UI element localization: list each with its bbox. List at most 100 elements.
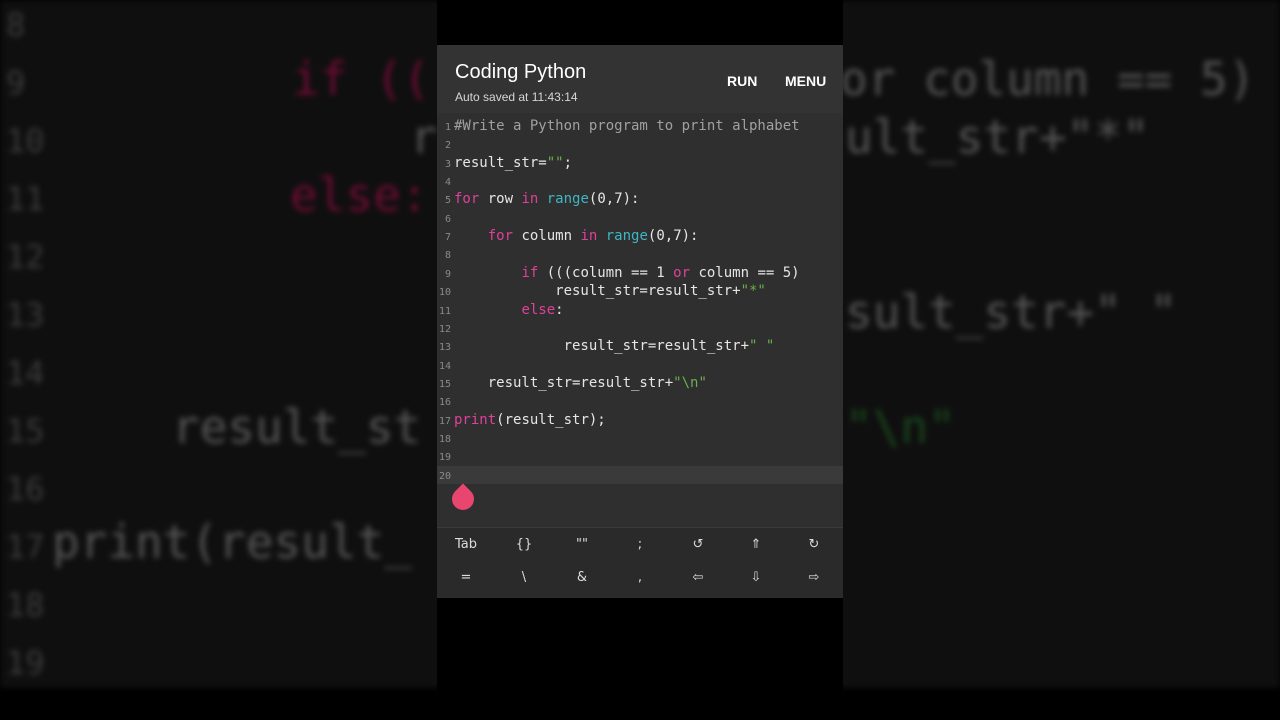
code-editor-app: Coding Python Auto saved at 11:43:14 RUN… xyxy=(437,45,843,598)
code-line[interactable]: 15 result_str=result_str+"\n" xyxy=(437,374,843,392)
bg-line-number: 18 xyxy=(6,586,45,624)
bg-line-number: 17 xyxy=(6,528,45,566)
bg-line-number: 16 xyxy=(6,470,45,508)
code-text: result_str=result_str+"*" xyxy=(454,282,766,300)
code-text: result_str=result_str+" " xyxy=(454,337,775,355)
semicolon-key[interactable]: ; xyxy=(611,537,669,552)
code-line[interactable]: 19 xyxy=(437,447,843,465)
line-number: 2 xyxy=(444,140,451,152)
keyword-token: else xyxy=(521,301,556,318)
keyword-token: in xyxy=(580,228,598,245)
phone-screen: Coding Python Auto saved at 11:43:14 RUN… xyxy=(437,0,843,720)
keyword-token: or xyxy=(673,264,691,281)
line-number: 14 xyxy=(438,360,451,372)
bg-fragment: result_st xyxy=(172,400,422,454)
code-line[interactable]: 5 for row in range(0,7): xyxy=(437,190,843,208)
bg-line-number: 12 xyxy=(6,238,45,276)
code-line[interactable]: 20 xyxy=(437,465,843,484)
bg-line-number: 13 xyxy=(6,296,45,334)
code-line[interactable]: 13 result_str=result_str+" " xyxy=(437,337,843,355)
code-token: column == 5) xyxy=(690,264,800,281)
code-line[interactable]: 12 xyxy=(437,319,843,337)
code-text: for row in range(0,7): xyxy=(454,190,639,208)
code-token: (0,7): xyxy=(647,228,699,245)
bg-line-number: 8 xyxy=(6,6,26,44)
code-line[interactable]: 17 print(result_str); xyxy=(437,411,843,429)
line-number: 16 xyxy=(438,397,451,409)
code-line[interactable]: 2 xyxy=(437,135,843,153)
backslash-key[interactable]: \ xyxy=(495,570,553,585)
keyword-token: print xyxy=(454,411,497,428)
code-line[interactable]: 1 #Write a Python program to print alphab… xyxy=(437,117,843,135)
bg-fragment: r xyxy=(410,110,438,164)
code-line[interactable]: 10 result_str=result_str+"*" xyxy=(437,282,843,300)
code-text: result_str=""; xyxy=(454,154,572,172)
line-number: 18 xyxy=(438,433,451,445)
code-line[interactable]: 9 if (((column == 1 or column == 5) xyxy=(437,264,843,282)
bg-line-number: 14 xyxy=(6,354,45,392)
code-line[interactable]: 16 xyxy=(437,392,843,410)
line-number: 4 xyxy=(444,177,451,189)
code-line[interactable]: 6 xyxy=(437,209,843,227)
code-text: print(result_str); xyxy=(454,411,606,429)
bg-fragment: sult_str+" " xyxy=(845,285,1178,339)
line-number: 1 xyxy=(444,122,451,133)
line-number: 17 xyxy=(438,415,451,427)
arrow-down-icon[interactable]: ⇩ xyxy=(727,570,785,585)
line-number: 3 xyxy=(444,158,451,170)
bg-fragment: else: xyxy=(290,168,429,222)
code-editor[interactable]: 1 #Write a Python program to print alphab… xyxy=(437,113,843,527)
arrow-left-icon[interactable]: ⇦ xyxy=(669,570,727,585)
code-text: else: xyxy=(454,301,564,319)
code-text: result_str=result_str+"\n" xyxy=(454,374,707,392)
code-token: (result_str); xyxy=(496,411,606,428)
line-number: 13 xyxy=(438,342,451,354)
bg-line-number: 11 xyxy=(6,180,45,218)
line-number: 9 xyxy=(444,268,451,280)
shift-up-icon[interactable]: ⇑ xyxy=(727,537,785,552)
keyword-token: in xyxy=(521,191,539,208)
equals-key[interactable]: = xyxy=(437,570,495,585)
arrow-right-icon[interactable]: ⇨ xyxy=(785,570,843,585)
code-line[interactable]: 8 xyxy=(437,245,843,263)
undo-icon[interactable]: ↺ xyxy=(669,537,727,552)
tab-key[interactable]: Tab xyxy=(437,537,495,552)
line-number: 19 xyxy=(438,452,451,464)
comment-token: #Write a Python program to print alphabe… xyxy=(454,118,800,134)
bg-fragment: ult_str+"*" xyxy=(845,110,1150,164)
code-text: for column in range(0,7): xyxy=(454,227,699,245)
keyword-token: if xyxy=(521,264,539,281)
code-text: #Write a Python program to print alphabe… xyxy=(454,117,800,135)
line-number: 12 xyxy=(438,323,451,335)
bg-fragment: print(result_ xyxy=(52,515,413,569)
code-line[interactable]: 14 xyxy=(437,356,843,374)
builtin-token: range xyxy=(546,191,589,208)
bg-fragment: if (( xyxy=(292,52,431,106)
line-number: 20 xyxy=(438,470,451,482)
code-line[interactable]: 11 else: xyxy=(437,301,843,319)
bg-line-number: 10 xyxy=(6,122,45,160)
line-number: 7 xyxy=(444,232,451,244)
quotes-key[interactable]: "" xyxy=(553,537,611,552)
bg-line-number: 15 xyxy=(6,412,45,450)
code-line[interactable]: 7 for column in range(0,7): xyxy=(437,227,843,245)
string-token: " " xyxy=(749,338,775,355)
code-line[interactable]: 3 result_str=""; xyxy=(437,154,843,172)
code-token: (0,7): xyxy=(588,191,640,208)
ampersand-key[interactable]: & xyxy=(553,570,611,585)
run-button[interactable]: RUN xyxy=(727,73,757,89)
code-line[interactable]: 4 xyxy=(437,172,843,190)
braces-key[interactable]: {} xyxy=(495,537,553,552)
line-number: 6 xyxy=(444,213,451,225)
bg-fragment: "\n" xyxy=(845,400,956,454)
string-token: "\n" xyxy=(673,374,707,391)
redo-icon[interactable]: ↻ xyxy=(785,537,843,552)
menu-button[interactable]: MENU xyxy=(785,73,826,89)
code-token: : xyxy=(555,301,564,318)
code-line[interactable]: 18 xyxy=(437,429,843,447)
comma-key[interactable]: , xyxy=(611,570,669,585)
